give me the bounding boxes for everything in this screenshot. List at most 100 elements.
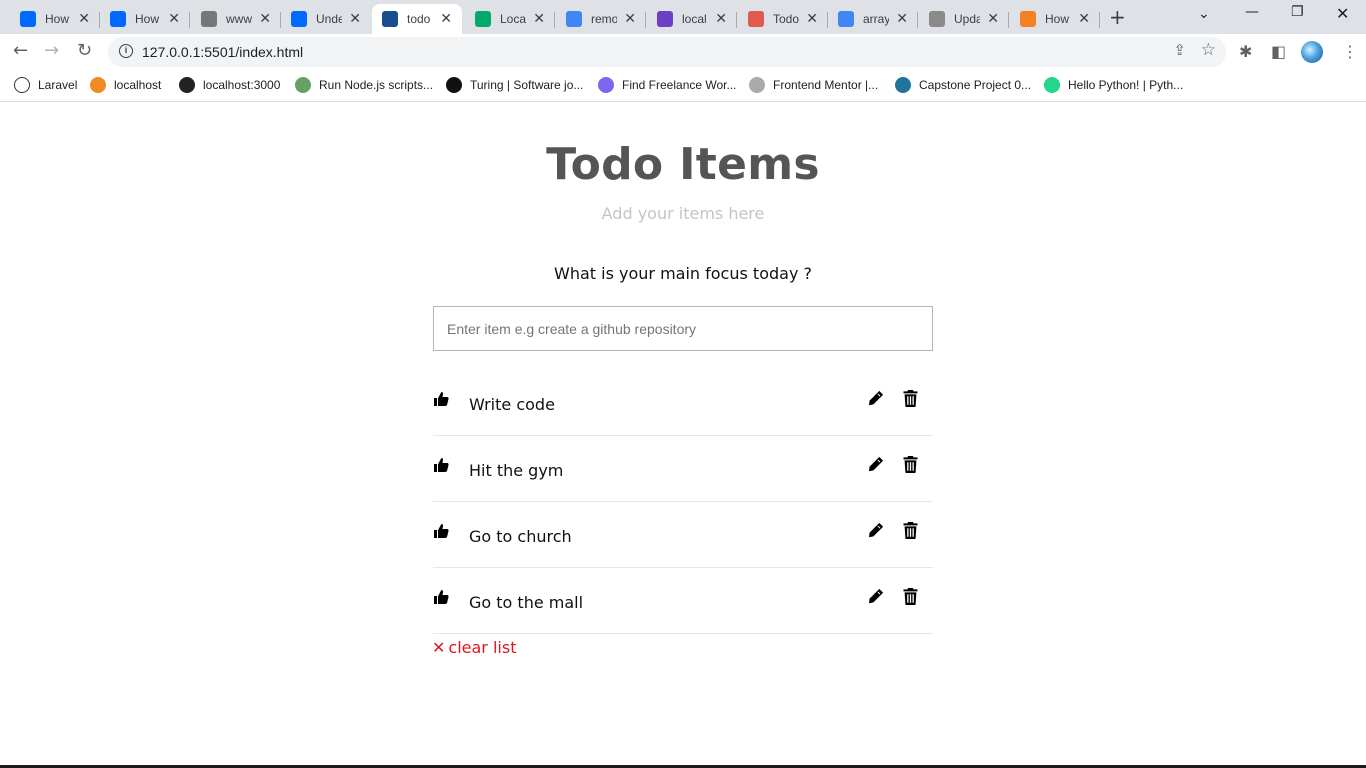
todo-item: Go to church bbox=[433, 502, 933, 568]
back-icon[interactable]: ← bbox=[13, 40, 28, 61]
trash-icon[interactable] bbox=[903, 456, 918, 473]
tab-title: How bbox=[135, 12, 160, 26]
reload-icon[interactable]: ↻ bbox=[77, 40, 92, 61]
w3-icon bbox=[475, 11, 491, 27]
browser-tab[interactable]: How ✕ bbox=[1010, 4, 1100, 34]
browser-menu-icon[interactable]: ⋮ bbox=[1342, 42, 1358, 61]
browser-tab[interactable]: How ✕ bbox=[10, 4, 100, 34]
todo-app-icon bbox=[382, 11, 398, 27]
page-subtitle: Add your items here bbox=[601, 204, 765, 223]
trash-icon[interactable] bbox=[903, 390, 918, 407]
close-tab-icon[interactable]: ✕ bbox=[1078, 11, 1090, 27]
turing-icon bbox=[446, 77, 462, 93]
bookmark-item[interactable]: Run Node.js scripts... bbox=[295, 77, 433, 93]
browser-tab[interactable]: Unde ✕ bbox=[281, 4, 371, 34]
bookmark-label: Frontend Mentor |... bbox=[773, 78, 879, 92]
extensions-icon[interactable]: ✱ bbox=[1239, 42, 1252, 61]
bookmark-label: Laravel bbox=[38, 78, 78, 92]
digitalocean-icon bbox=[20, 11, 36, 27]
close-tab-icon[interactable]: ✕ bbox=[78, 11, 90, 27]
bookmark-item[interactable]: localhost bbox=[90, 77, 161, 93]
address-bar[interactable]: i 127.0.0.1:5501/index.html ⇪ ☆ bbox=[108, 37, 1226, 67]
edit-icon[interactable] bbox=[868, 588, 884, 604]
pycharm-icon bbox=[1044, 77, 1060, 93]
frontend-mentor-icon bbox=[749, 77, 765, 93]
bookmark-item[interactable]: Capstone Project 0... bbox=[895, 77, 1031, 93]
todo-input[interactable] bbox=[433, 306, 933, 351]
thumbs-up-icon[interactable] bbox=[433, 589, 449, 605]
clear-list-button[interactable]: ✕ clear list bbox=[432, 638, 516, 657]
site-info-icon[interactable]: i bbox=[119, 44, 133, 58]
share-icon[interactable]: ⇪ bbox=[1173, 41, 1186, 59]
ext-icon bbox=[929, 11, 945, 27]
google-icon bbox=[566, 11, 582, 27]
close-tab-icon[interactable]: ✕ bbox=[896, 11, 908, 27]
minimize-button[interactable]: — bbox=[1245, 4, 1259, 20]
close-tab-icon[interactable]: ✕ bbox=[440, 11, 452, 27]
rocket-icon bbox=[657, 11, 673, 27]
close-tab-icon[interactable]: ✕ bbox=[715, 11, 727, 27]
todo-item-text: Go to the mall bbox=[469, 593, 584, 612]
profile-avatar[interactable] bbox=[1301, 41, 1323, 63]
digitalocean-icon bbox=[291, 11, 307, 27]
bookmark-item[interactable]: Turing | Software jo... bbox=[446, 77, 583, 93]
forward-icon[interactable]: → bbox=[44, 40, 59, 61]
bookmark-star-icon[interactable]: ☆ bbox=[1201, 40, 1216, 60]
todo-item: Hit the gym bbox=[433, 436, 933, 502]
bookmark-item[interactable]: Find Freelance Wor... bbox=[598, 77, 737, 93]
tab-separator bbox=[917, 12, 918, 28]
tab-title: How bbox=[1045, 12, 1070, 26]
browser-tab[interactable]: Upda ✕ bbox=[919, 4, 1009, 34]
bookmark-label: Hello Python! | Pyth... bbox=[1068, 78, 1184, 92]
clear-list-label: clear list bbox=[448, 638, 517, 657]
tab-separator bbox=[645, 12, 646, 28]
edit-icon[interactable] bbox=[868, 522, 884, 538]
thumbs-up-icon[interactable] bbox=[433, 457, 449, 473]
thumbs-up-icon[interactable] bbox=[433, 391, 449, 407]
bookmark-item[interactable]: Laravel bbox=[14, 77, 77, 93]
tab-search-icon[interactable]: ⌄ bbox=[1198, 6, 1210, 22]
thumbs-up-icon[interactable] bbox=[433, 523, 449, 539]
tab-title: local bbox=[682, 12, 707, 26]
browser-tab[interactable]: remo ✕ bbox=[556, 4, 646, 34]
todo-item: Write code bbox=[433, 370, 933, 436]
page-title: Todo Items bbox=[546, 139, 820, 190]
browser-tab[interactable]: Todo ✕ bbox=[738, 4, 828, 34]
close-tab-icon[interactable]: ✕ bbox=[806, 11, 818, 27]
tab-title: www bbox=[226, 12, 252, 26]
browser-tab[interactable]: local ✕ bbox=[647, 4, 737, 34]
tab-strip: How ✕ How ✕ www ✕ Unde ✕ todo ✕ Loca ✕ remo ✕ local ✕ To… bbox=[0, 0, 1366, 34]
close-tab-icon[interactable]: ✕ bbox=[533, 11, 545, 27]
trash-icon[interactable] bbox=[903, 522, 918, 539]
edit-icon[interactable] bbox=[868, 390, 884, 406]
tab-title: How bbox=[45, 12, 70, 26]
tab-separator bbox=[554, 12, 555, 28]
url-text[interactable]: 127.0.0.1:5501/index.html bbox=[142, 44, 303, 60]
restore-button[interactable]: ❐ bbox=[1291, 4, 1304, 20]
new-tab-button[interactable]: + bbox=[1109, 5, 1126, 29]
bookmark-label: Find Freelance Wor... bbox=[622, 78, 737, 92]
bookmark-item[interactable]: Frontend Mentor |... bbox=[749, 77, 878, 93]
close-tab-icon[interactable]: ✕ bbox=[624, 11, 636, 27]
tab-title: array bbox=[863, 12, 889, 26]
close-tab-icon[interactable]: ✕ bbox=[987, 11, 999, 27]
close-tab-icon[interactable]: ✕ bbox=[168, 11, 180, 27]
browser-tab[interactable]: www ✕ bbox=[191, 4, 281, 34]
browser-tab[interactable]: How ✕ bbox=[100, 4, 190, 34]
edit-icon[interactable] bbox=[868, 456, 884, 472]
close-window-button[interactable]: ✕ bbox=[1336, 4, 1349, 23]
tab-separator bbox=[1099, 12, 1100, 28]
browser-tab[interactable]: array ✕ bbox=[828, 4, 918, 34]
close-icon: ✕ bbox=[432, 638, 446, 657]
todo-item-text: Write code bbox=[469, 395, 555, 414]
browser-tab[interactable]: Loca ✕ bbox=[465, 4, 555, 34]
side-panel-icon[interactable]: ◧ bbox=[1271, 42, 1286, 61]
close-tab-icon[interactable]: ✕ bbox=[259, 11, 271, 27]
tab-title: Todo bbox=[773, 12, 799, 26]
browser-tab[interactable]: todo ✕ bbox=[372, 4, 462, 34]
tab-title: Upda bbox=[954, 12, 980, 26]
bookmark-item[interactable]: localhost:3000 bbox=[179, 77, 280, 93]
close-tab-icon[interactable]: ✕ bbox=[349, 11, 361, 27]
bookmark-item[interactable]: Hello Python! | Pyth... bbox=[1044, 77, 1183, 93]
trash-icon[interactable] bbox=[903, 588, 918, 605]
